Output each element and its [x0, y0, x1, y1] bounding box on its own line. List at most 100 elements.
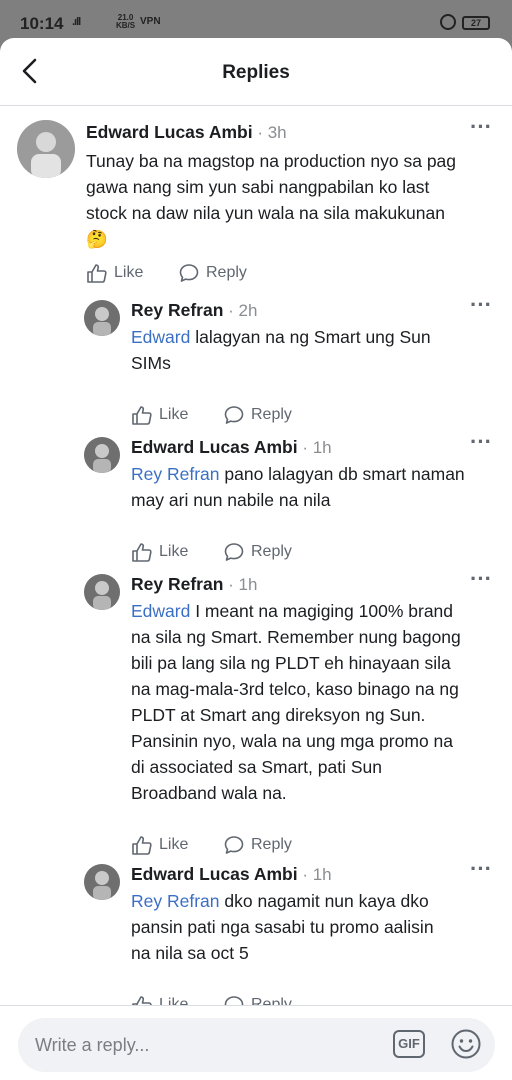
reply-button[interactable]: Reply	[223, 834, 292, 856]
comment-line: Rey Refran dko nagamit nun kaya dko	[131, 888, 491, 914]
status-bar: 10:14 .ıll 21.0 KB/S VPN 27	[0, 0, 512, 40]
comment-parent: Edward Lucas Ambi · 3h ··· Tunay ba na m…	[0, 108, 512, 288]
header: Replies	[0, 38, 512, 106]
mention-link[interactable]: Edward	[131, 601, 190, 621]
comment-line: na sila ng Smart. Remember nung bagong	[131, 627, 461, 647]
gif-button[interactable]: GIF	[393, 1030, 425, 1058]
reply-bubble-icon	[224, 543, 244, 561]
comment-time: · 1h	[297, 438, 332, 457]
battery-icon: 27	[462, 16, 490, 30]
avatar[interactable]	[84, 437, 120, 473]
like-button[interactable]: Like	[86, 262, 143, 284]
reply-comment: Rey Refran · 2h ··· Edward lalagyan na n…	[0, 294, 512, 450]
comment-text: Edward I meant na magiging 100% brand na …	[131, 598, 491, 806]
reply-comment: Edward Lucas Ambi · 1h ··· Rey Refran pa…	[0, 431, 512, 587]
comment-thread[interactable]: Edward Lucas Ambi · 3h ··· Tunay ba na m…	[0, 108, 512, 1005]
reply-label: Reply	[251, 836, 292, 853]
network-speed: 21.0 KB/S	[116, 14, 135, 30]
comment-actions: Like Reply	[86, 262, 386, 286]
comment-line-text: I meant na magiging 100% brand	[190, 601, 454, 621]
comment-line: stock na daw nila yun wala na sila makuk…	[86, 203, 445, 223]
like-button[interactable]: Like	[131, 404, 188, 426]
comment-line: di associated sa Smart, pati Sun	[131, 757, 382, 777]
reply-button[interactable]: Reply	[223, 994, 292, 1005]
comment-line: na nila sa oct 5	[131, 943, 249, 963]
page-title: Replies	[222, 62, 290, 83]
more-options-icon[interactable]: ···	[470, 858, 492, 880]
comment-line-text: pano lalagyan db smart naman	[219, 464, 465, 484]
reply-button[interactable]: Reply	[178, 262, 247, 284]
comment-actions: Like Reply	[131, 541, 431, 565]
more-options-icon[interactable]: ···	[470, 568, 492, 590]
like-label: Like	[114, 264, 144, 281]
reply-button[interactable]: Reply	[223, 404, 292, 426]
avatar[interactable]	[84, 864, 120, 900]
comment-actions: Like Reply	[131, 404, 431, 428]
reply-composer: GIF	[0, 1005, 512, 1080]
comment-author[interactable]: Edward Lucas Ambi · 1h	[131, 864, 332, 885]
comment-author[interactable]: Edward Lucas Ambi · 3h	[86, 122, 287, 143]
comment-time: · 3h	[252, 123, 287, 142]
author-name[interactable]: Edward Lucas Ambi	[86, 122, 253, 142]
mention-link[interactable]: Rey Refran	[131, 464, 220, 484]
reply-bubble-icon	[224, 836, 244, 854]
comment-line: Broadband wala na.	[131, 783, 287, 803]
like-label: Like	[159, 543, 189, 560]
comment-text: Edward lalagyan na ng Smart ung Sun SIMs	[131, 324, 491, 376]
thumbs-up-icon	[132, 406, 152, 425]
comment-line-text: lalagyan na ng Smart ung Sun	[190, 327, 431, 347]
comment-time: · 1h	[223, 575, 258, 594]
thumbs-up-icon	[132, 836, 152, 855]
comment-text: Tunay ba na magstop na production nyo sa…	[86, 148, 486, 252]
thumbs-up-icon	[132, 543, 152, 562]
comment-actions: Like Reply	[131, 834, 431, 858]
reply-label: Reply	[251, 406, 292, 423]
author-name[interactable]: Rey Refran	[131, 574, 223, 594]
like-label: Like	[159, 996, 189, 1005]
more-options-icon[interactable]: ···	[470, 294, 492, 316]
reply-label: Reply	[206, 264, 247, 281]
reply-bubble-icon	[224, 996, 244, 1005]
reply-comment: Edward Lucas Ambi · 1h ··· Rey Refran dk…	[0, 858, 512, 1005]
comment-line: SIMs	[131, 353, 171, 373]
avatar[interactable]	[17, 120, 75, 178]
comment-author[interactable]: Rey Refran · 2h	[131, 300, 257, 321]
comment-line: PLDT at Smart ang direksyon ng Sun.	[131, 705, 426, 725]
status-time: 10:14	[20, 14, 64, 33]
like-label: Like	[159, 836, 189, 853]
comment-line: may ari nun nabile na nila	[131, 490, 331, 510]
reply-label: Reply	[251, 543, 292, 560]
comment-text: Rey Refran dko nagamit nun kaya dko pansi…	[131, 888, 491, 966]
author-name[interactable]: Edward Lucas Ambi	[131, 864, 298, 884]
vpn-indicator: VPN	[140, 16, 161, 27]
more-options-icon[interactable]: ···	[470, 431, 492, 453]
comment-line: Tunay ba na magstop na production nyo sa…	[86, 151, 457, 171]
comment-line: pansin pati nga sasabi tu promo aalisin	[131, 917, 434, 937]
thumbs-up-icon	[87, 264, 107, 283]
like-button[interactable]: Like	[131, 541, 188, 563]
smiley-icon[interactable]	[450, 1028, 482, 1060]
author-name[interactable]: Rey Refran	[131, 300, 223, 320]
like-button[interactable]: Like	[131, 994, 188, 1005]
more-options-icon[interactable]: ···	[470, 116, 492, 138]
comment-author[interactable]: Edward Lucas Ambi · 1h	[131, 437, 332, 458]
reply-bubble-icon	[224, 406, 244, 424]
mention-link[interactable]: Rey Refran	[131, 891, 220, 911]
avatar[interactable]	[84, 574, 120, 610]
replies-sheet: Replies Edward Lucas Ambi · 3h ··· Tunay…	[0, 38, 512, 1080]
comment-time: · 1h	[297, 865, 332, 884]
mention-link[interactable]: Edward	[131, 327, 190, 347]
thumbs-up-icon	[132, 996, 152, 1005]
reply-bubble-icon	[179, 264, 199, 282]
reply-comment: Rey Refran · 1h ··· Edward I meant na ma…	[0, 568, 512, 880]
author-name[interactable]: Edward Lucas Ambi	[131, 437, 298, 457]
comment-line: Pansinin nyo, wala na ung mga promo na	[131, 731, 454, 751]
reply-button[interactable]: Reply	[223, 541, 292, 563]
comment-line: na mag-mala-3rd telco, kaso binago na ng	[131, 679, 459, 699]
comment-author[interactable]: Rey Refran · 1h	[131, 574, 257, 595]
comment-time: · 2h	[223, 301, 258, 320]
thinking-face-emoji: 🤔	[86, 229, 108, 249]
avatar[interactable]	[84, 300, 120, 336]
like-button[interactable]: Like	[131, 834, 188, 856]
comment-line-text: dko nagamit nun kaya dko	[219, 891, 429, 911]
